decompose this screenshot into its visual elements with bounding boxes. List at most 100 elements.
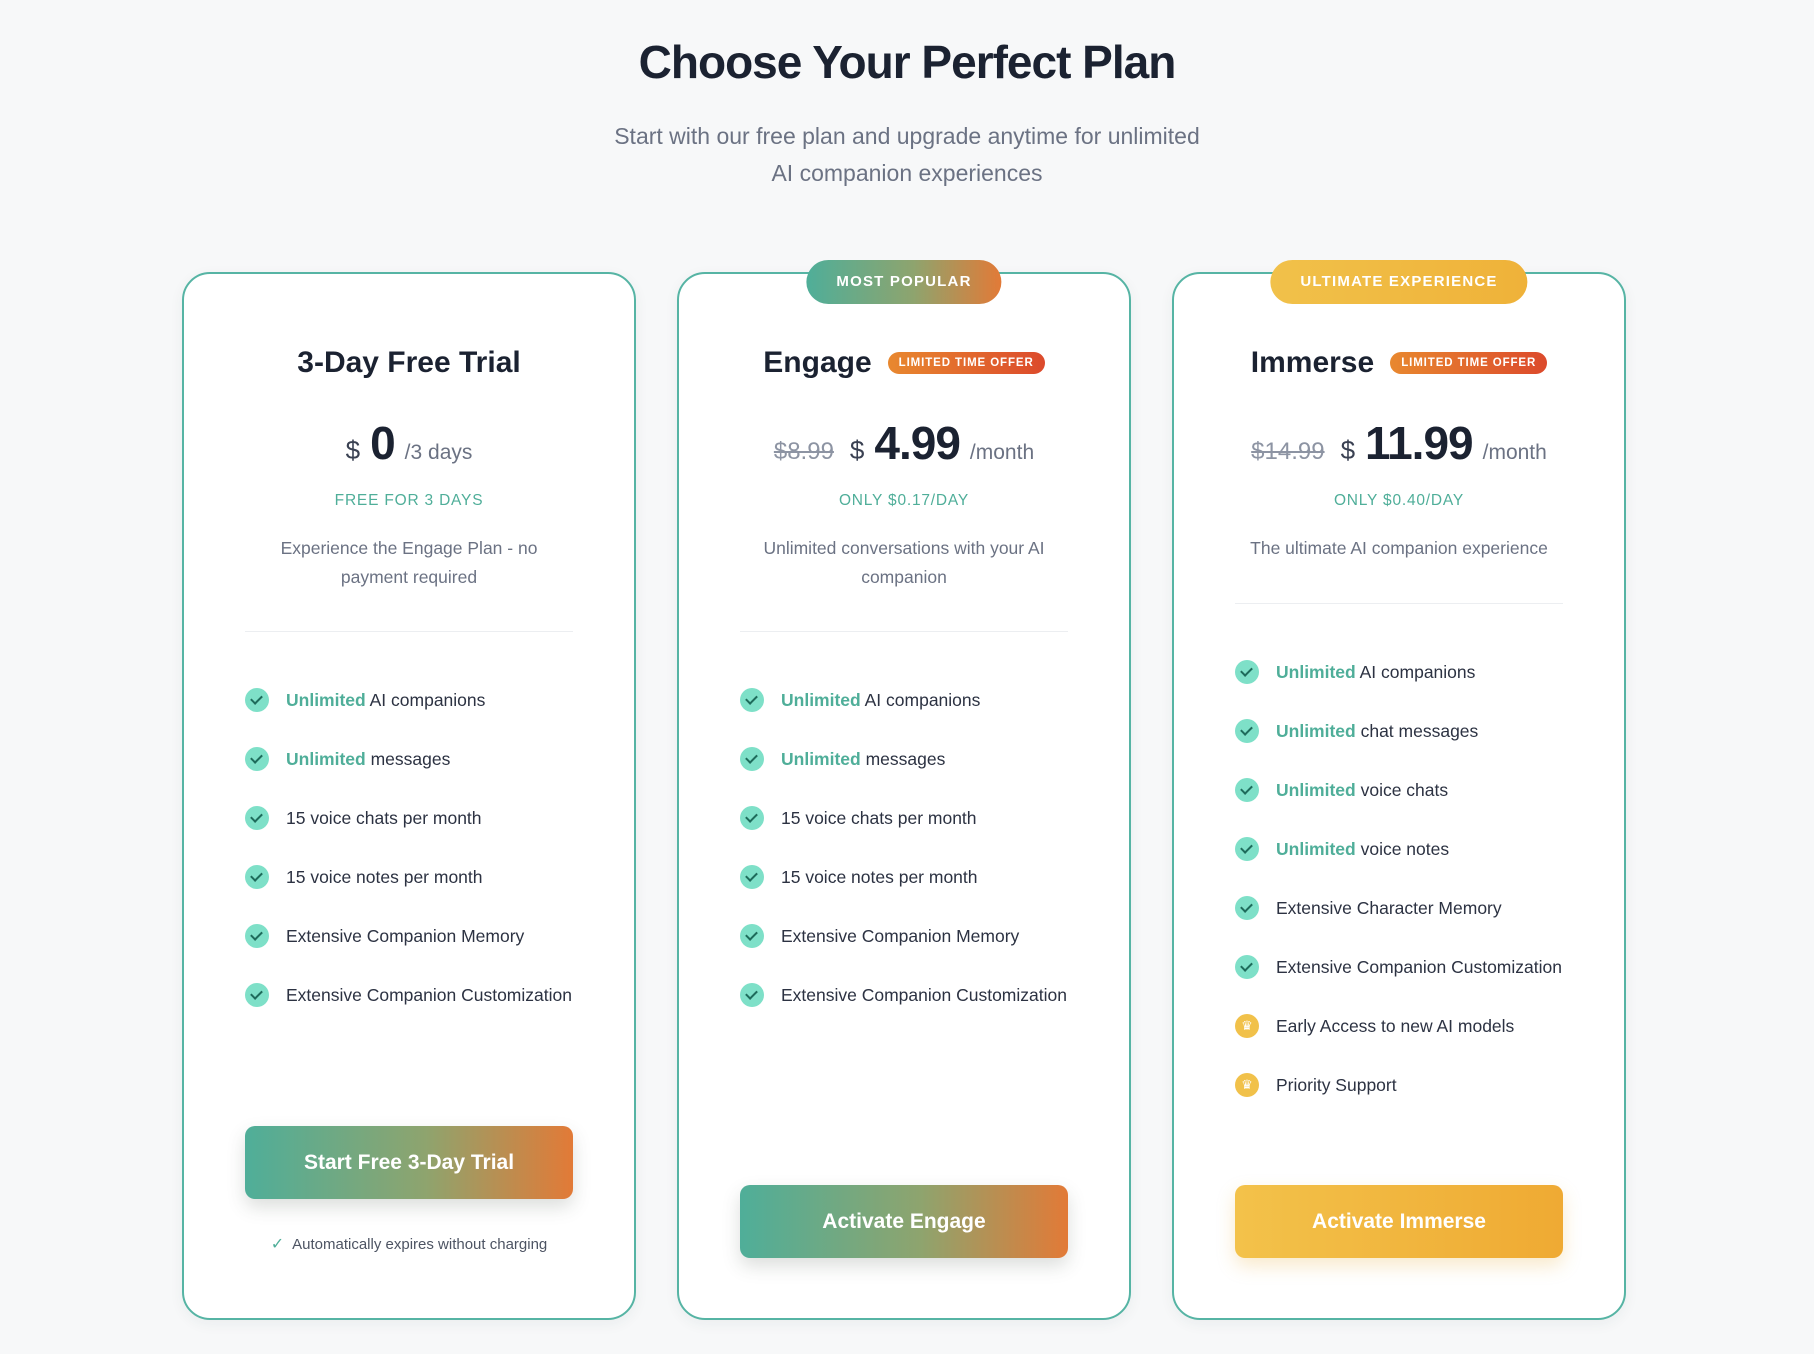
feature-text: Early Access to new AI models: [1276, 1012, 1514, 1041]
feature-item: Unlimited voice notes: [1235, 835, 1575, 864]
limited-offer-badge: LIMITED TIME OFFER: [1390, 352, 1548, 374]
feature-label: Extensive Companion Customization: [286, 985, 572, 1005]
feature-item: ♛ Early Access to new AI models: [1235, 1012, 1575, 1041]
feature-label: messages: [365, 749, 451, 769]
check-icon: [740, 688, 764, 712]
feature-highlight: Unlimited: [1276, 780, 1356, 800]
feature-highlight: Unlimited: [286, 749, 366, 769]
per-day-price: ONLY $0.17/DAY: [838, 492, 970, 509]
feature-item: 15 voice notes per month: [740, 863, 1080, 892]
start-free-trial-button[interactable]: Start Free 3-Day Trial: [245, 1126, 573, 1199]
feature-label: Extensive Companion Memory: [781, 926, 1020, 946]
divider: [1235, 603, 1563, 604]
price-amount: 4.99: [874, 417, 961, 469]
feature-label: 15 voice chats per month: [286, 808, 482, 828]
most-popular-badge: MOST POPULAR: [806, 260, 1002, 304]
plan-description-line-1: Experience the Engage Plan - no: [280, 538, 538, 558]
feature-label: Extensive Companion Customization: [1276, 957, 1562, 977]
feature-label: Extensive Companion Customization: [781, 985, 1067, 1005]
plan-description-line-1: The ultimate AI companion experience: [1250, 538, 1548, 558]
feature-label: Priority Support: [1276, 1075, 1397, 1095]
old-price: $8.99: [773, 438, 834, 465]
feature-label: messages: [860, 749, 946, 769]
feature-highlight: Unlimited: [781, 690, 861, 710]
expire-note-text: Automatically expires without charging: [292, 1236, 548, 1253]
feature-item: 15 voice notes per month: [245, 863, 585, 892]
expire-note: ✓ Automatically expires without charging: [184, 1234, 634, 1254]
feature-text: 15 voice chats per month: [286, 804, 482, 833]
feature-text: 15 voice notes per month: [286, 863, 483, 892]
page-subtitle-line-1: Start with our free plan and upgrade any…: [614, 123, 1200, 149]
activate-immerse-button[interactable]: Activate Immerse: [1235, 1185, 1563, 1258]
check-icon: [740, 983, 764, 1007]
feature-label: Early Access to new AI models: [1276, 1016, 1515, 1036]
feature-list: Unlimited AI companions Unlimited message…: [245, 686, 585, 1010]
check-icon: [245, 924, 269, 948]
feature-list: Unlimited AI companions Unlimited chat me…: [1235, 658, 1575, 1100]
feature-item: ♛ Priority Support: [1235, 1071, 1575, 1100]
feature-label: 15 voice chats per month: [781, 808, 977, 828]
feature-text: Unlimited AI companions: [286, 686, 485, 715]
limited-offer-badge: LIMITED TIME OFFER: [887, 352, 1045, 374]
plan-header: Immerse LIMITED TIME OFFER: [1174, 338, 1624, 388]
feature-item: Extensive Companion Customization: [1235, 953, 1575, 982]
crown-icon: ♛: [1235, 1014, 1259, 1038]
feature-text: Extensive Companion Memory: [781, 922, 1019, 951]
price-currency: $: [345, 435, 361, 465]
plan-description-line-2: companion: [861, 567, 947, 587]
check-icon: [245, 806, 269, 830]
feature-highlight: Unlimited: [1276, 662, 1356, 682]
feature-text: Unlimited voice chats: [1276, 776, 1448, 805]
check-icon: [1235, 660, 1259, 684]
check-icon: [1235, 955, 1259, 979]
feature-label: AI companions: [365, 690, 486, 710]
feature-text: Unlimited voice notes: [1276, 835, 1449, 864]
plan-card-engage: MOST POPULAR Engage LIMITED TIME OFFER $…: [677, 260, 1131, 1320]
ultimate-experience-badge: ULTIMATE EXPERIENCE: [1270, 260, 1528, 304]
feature-text: Unlimited AI companions: [1276, 658, 1475, 687]
feature-item: Unlimited AI companions: [1235, 658, 1575, 687]
plan-card-immerse: ULTIMATE EXPERIENCE Immerse LIMITED TIME…: [1172, 260, 1626, 1320]
page-title: Choose Your Perfect Plan: [638, 36, 1177, 88]
feature-label: Extensive Character Memory: [1276, 898, 1502, 918]
feature-label: AI companions: [860, 690, 981, 710]
plan-name: Immerse: [1250, 346, 1375, 379]
feature-item: Extensive Character Memory: [1235, 894, 1575, 923]
check-icon: [740, 806, 764, 830]
check-icon: [740, 747, 764, 771]
plan-description-line-2: payment required: [340, 567, 478, 587]
plan-header: 3-Day Free Trial: [184, 338, 634, 388]
feature-item: Extensive Companion Customization: [740, 981, 1080, 1010]
check-icon: [740, 865, 764, 889]
feature-text: Unlimited messages: [286, 745, 450, 774]
feature-item: Unlimited chat messages: [1235, 717, 1575, 746]
feature-text: Priority Support: [1276, 1071, 1397, 1100]
plan-header: Engage LIMITED TIME OFFER: [679, 338, 1129, 388]
price-period: /3 days: [404, 441, 473, 464]
feature-item: Unlimited voice chats: [1235, 776, 1575, 805]
price-amount: 11.99: [1365, 417, 1474, 469]
price-period: /month: [969, 441, 1035, 464]
price-amount: 0: [370, 417, 396, 469]
old-price: $14.99: [1251, 438, 1325, 465]
feature-highlight: Unlimited: [781, 749, 861, 769]
price-row: $ 0 /3 days: [184, 416, 634, 470]
price-currency: $: [849, 435, 865, 465]
check-icon: [740, 924, 764, 948]
feature-highlight: Unlimited: [286, 690, 366, 710]
feature-item: Unlimited AI companions: [740, 686, 1080, 715]
feature-text: Extensive Companion Customization: [286, 981, 572, 1010]
feature-item: Unlimited messages: [740, 745, 1080, 774]
feature-label: 15 voice notes per month: [781, 867, 978, 887]
page-subtitle: Start with our free plan and upgrade any…: [557, 118, 1257, 192]
check-icon: [245, 983, 269, 1007]
activate-engage-button[interactable]: Activate Engage: [740, 1185, 1068, 1258]
feature-label: voice chats: [1355, 780, 1449, 800]
check-icon: [245, 865, 269, 889]
feature-item: Extensive Companion Memory: [740, 922, 1080, 951]
per-day-price: FREE FOR 3 DAYS: [334, 492, 484, 509]
price-row: $8.99 $ 4.99 /month: [679, 416, 1129, 470]
feature-text: 15 voice notes per month: [781, 863, 978, 892]
price-row: $14.99 $ 11.99 /month: [1174, 416, 1624, 470]
feature-item: Unlimited AI companions: [245, 686, 585, 715]
